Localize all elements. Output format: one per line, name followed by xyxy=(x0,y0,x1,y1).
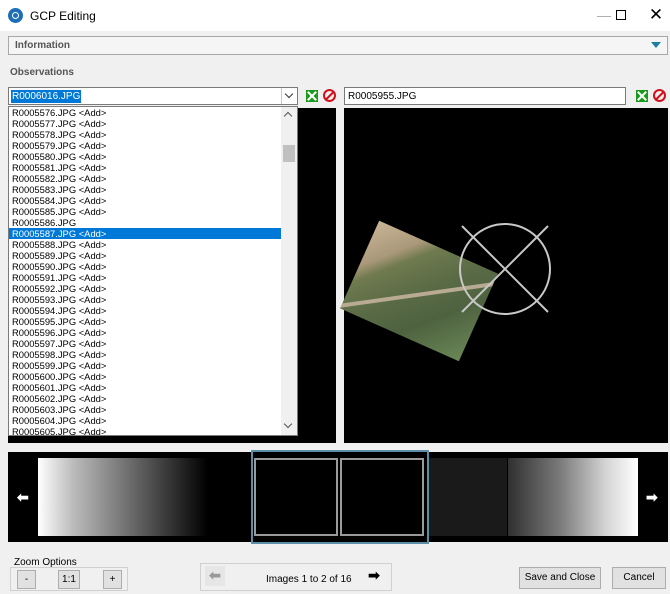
right-image-value: R0005955.JPG xyxy=(348,91,417,102)
dropdown-item[interactable]: R0005589.JPG <Add> xyxy=(9,250,282,261)
filmstrip-thumb-3[interactable] xyxy=(429,458,507,536)
dropdown-item[interactable]: R0005591.JPG <Add> xyxy=(9,272,282,283)
dropdown-item[interactable]: R0005599.JPG <Add> xyxy=(9,360,282,371)
scroll-thumb[interactable] xyxy=(283,145,295,162)
observations-label: Observations xyxy=(10,67,74,78)
zoom-reset-button[interactable]: 1:1 xyxy=(58,570,80,589)
dropdown-item[interactable]: R0005584.JPG <Add> xyxy=(9,195,282,206)
filmstrip-selection xyxy=(251,450,429,544)
right-image-field[interactable]: R0005955.JPG xyxy=(344,87,626,105)
dropdown-item[interactable]: R0005586.JPG xyxy=(9,217,282,228)
dropdown-item[interactable]: R0005581.JPG <Add> xyxy=(9,162,282,173)
zoom-out-button[interactable]: - xyxy=(17,570,36,589)
accept-left-icon[interactable] xyxy=(306,90,318,102)
dropdown-item[interactable]: R0005588.JPG <Add> xyxy=(9,239,282,250)
remove-right-icon[interactable] xyxy=(653,89,666,102)
filmstrip-left-arrow-icon[interactable]: ⬅ xyxy=(17,489,29,506)
dropdown-item[interactable]: R0005576.JPG <Add> xyxy=(9,107,282,118)
dropdown-item[interactable]: R0005580.JPG <Add> xyxy=(9,151,282,162)
dropdown-item[interactable]: R0005590.JPG <Add> xyxy=(9,261,282,272)
dropdown-button[interactable] xyxy=(281,88,297,104)
next-images-button[interactable]: ➡ xyxy=(364,566,384,586)
filmstrip-thumb-faded-right[interactable] xyxy=(508,458,638,536)
expand-arrow-icon[interactable] xyxy=(651,42,661,48)
window-title: GCP Editing xyxy=(30,9,96,23)
dropdown-item[interactable]: R0005592.JPG <Add> xyxy=(9,283,282,294)
maximize-button[interactable] xyxy=(616,10,626,20)
chevron-down-icon xyxy=(284,89,294,99)
dropdown-item[interactable]: R0005605.JPG <Add> xyxy=(9,426,282,435)
scroll-up-icon[interactable] xyxy=(283,111,293,121)
dropdown-item[interactable]: R0005585.JPG <Add> xyxy=(9,206,282,217)
previous-images-button[interactable]: ⬅ xyxy=(205,566,225,586)
dropdown-item[interactable]: R0005602.JPG <Add> xyxy=(9,393,282,404)
dropdown-item[interactable]: R0005594.JPG <Add> xyxy=(9,305,282,316)
gcp-marker-icon[interactable] xyxy=(456,220,554,318)
title-bar: GCP Editing — ✕ xyxy=(0,0,670,31)
filmstrip-thumb-faded-left[interactable] xyxy=(38,458,208,536)
image-dropdown-list[interactable]: R0005576.JPG <Add> R0005577.JPG <Add> R000… xyxy=(8,106,298,436)
dropdown-item[interactable]: R0005577.JPG <Add> xyxy=(9,118,282,129)
dropdown-item[interactable]: R0005595.JPG <Add> xyxy=(9,316,282,327)
dropdown-items: R0005576.JPG <Add> R0005577.JPG <Add> R000… xyxy=(9,107,282,435)
dropdown-item[interactable]: R0005600.JPG <Add> xyxy=(9,371,282,382)
dropdown-item[interactable]: R0005578.JPG <Add> xyxy=(9,129,282,140)
app-icon xyxy=(8,8,23,23)
right-image-viewer[interactable] xyxy=(340,108,668,443)
dropdown-item[interactable]: R0005596.JPG <Add> xyxy=(9,327,282,338)
dropdown-item[interactable]: R0005587.JPG <Add> xyxy=(9,228,282,239)
left-image-combobox[interactable]: R0006016.JPG xyxy=(8,87,298,105)
image-filmstrip[interactable]: ⬅ ➡ xyxy=(8,450,668,544)
dropdown-item[interactable]: R0005593.JPG <Add> xyxy=(9,294,282,305)
close-button[interactable]: ✕ xyxy=(636,0,670,31)
cancel-button[interactable]: Cancel xyxy=(612,567,666,589)
dropdown-item[interactable]: R0005601.JPG <Add> xyxy=(9,382,282,393)
remove-left-icon[interactable] xyxy=(323,89,336,102)
accept-right-icon[interactable] xyxy=(636,90,648,102)
dropdown-item[interactable]: R0005582.JPG <Add> xyxy=(9,173,282,184)
information-label: Information xyxy=(15,40,70,51)
save-and-close-button[interactable]: Save and Close xyxy=(519,567,601,589)
information-panel[interactable]: Information xyxy=(8,36,668,55)
dropdown-item[interactable]: R0005579.JPG <Add> xyxy=(9,140,282,151)
filmstrip-right-arrow-icon[interactable]: ➡ xyxy=(646,489,658,506)
dropdown-item[interactable]: R0005597.JPG <Add> xyxy=(9,338,282,349)
image-range-status: Images 1 to 2 of 16 xyxy=(266,574,352,585)
dropdown-item[interactable]: R0005603.JPG <Add> xyxy=(9,404,282,415)
zoom-in-button[interactable]: + xyxy=(103,570,122,589)
dropdown-item[interactable]: R0005598.JPG <Add> xyxy=(9,349,282,360)
left-image-value: R0006016.JPG xyxy=(11,90,82,103)
dropdown-item[interactable]: R0005583.JPG <Add> xyxy=(9,184,282,195)
dropdown-item[interactable]: R0005604.JPG <Add> xyxy=(9,415,282,426)
dropdown-scrollbar[interactable] xyxy=(281,107,297,435)
scroll-down-icon[interactable] xyxy=(283,419,293,429)
